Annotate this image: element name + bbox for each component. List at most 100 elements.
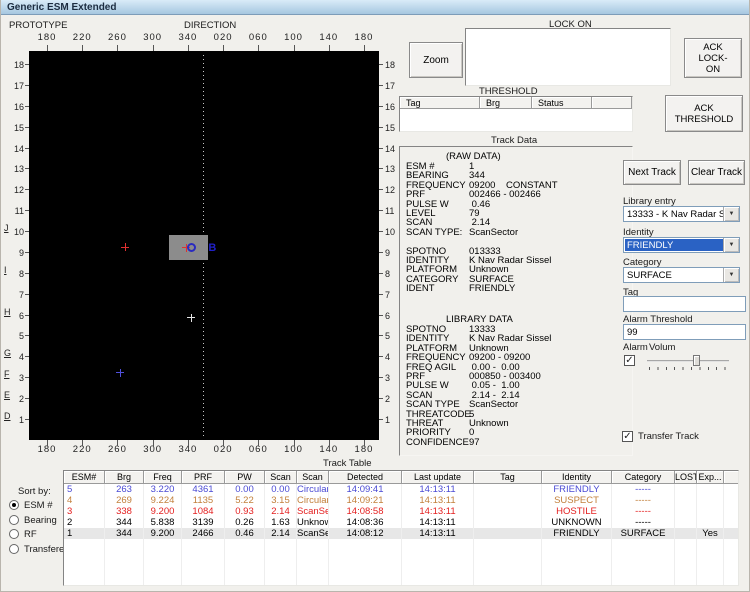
alarm-threshold-input[interactable] — [623, 324, 746, 340]
selected-track-label: B — [208, 242, 216, 254]
table-cell: Unknown — [297, 517, 329, 528]
column-header[interactable]: Scan T... — [297, 471, 329, 484]
volume-slider-thumb[interactable] — [693, 355, 700, 366]
table-cell: ScanSe... — [297, 528, 329, 539]
table-row[interactable] — [64, 583, 739, 586]
table-row[interactable]: 33389.20010840.932.14ScanSe...14:08:5814… — [64, 506, 739, 517]
freq-label: 2 — [385, 394, 399, 404]
threshold-column-header[interactable]: Tag — [400, 97, 480, 109]
column-header[interactable]: Scan P... — [265, 471, 297, 484]
threshold-column-header[interactable] — [592, 97, 632, 109]
column-header[interactable]: Category — [612, 471, 675, 484]
zoom-button[interactable]: Zoom — [409, 42, 463, 78]
freq-label: 4 — [10, 352, 24, 362]
bearing-tick — [364, 440, 365, 446]
table-cell — [225, 561, 265, 572]
table-row[interactable]: 23445.83831390.261.63Unknown14:08:3614:1… — [64, 517, 739, 528]
field-row: CONFIDENCE97 — [406, 438, 480, 447]
band-letter: H — [4, 307, 11, 317]
lock-on-listbox[interactable] — [465, 28, 671, 86]
column-header[interactable]: Exp... — [697, 471, 724, 484]
table-row[interactable] — [64, 572, 739, 583]
table-cell: 14:13:11 — [402, 495, 474, 506]
radio-label[interactable]: ESM # — [24, 500, 53, 511]
radar-display[interactable]: B — [29, 51, 379, 440]
freq-tick — [379, 127, 383, 128]
band-letter: D — [4, 411, 11, 421]
ack-lock-on-button[interactable]: ACK LOCK-ON — [684, 38, 742, 78]
field-value: FRIENDLY — [469, 284, 515, 293]
table-row[interactable] — [64, 539, 739, 550]
radio-button[interactable] — [9, 529, 19, 539]
freq-label: 10 — [385, 227, 399, 237]
ack-threshold-button[interactable]: ACK THRESHOLD — [665, 95, 743, 132]
freq-tick — [379, 294, 383, 295]
radio-button[interactable] — [9, 500, 19, 510]
alarm-checkbox[interactable]: ✓ — [624, 355, 635, 366]
column-header[interactable]: PW — [225, 471, 265, 484]
table-row[interactable]: 52633.22043610.000.00Circular14:09:4114:… — [64, 484, 739, 495]
threshold-table[interactable]: TagBrgStatus — [399, 96, 633, 132]
table-cell — [329, 572, 402, 583]
freq-label: 3 — [385, 373, 399, 383]
column-header[interactable]: Identity — [542, 471, 612, 484]
transfer-track-checkbox[interactable]: ✓ — [622, 431, 633, 442]
column-header[interactable]: Detected — [329, 471, 402, 484]
radio-button[interactable] — [9, 544, 19, 554]
track-marker[interactable] — [121, 243, 129, 251]
threshold-column-header[interactable]: Brg — [480, 97, 532, 109]
column-header[interactable] — [724, 471, 739, 484]
track-table[interactable]: ESM#BrgFreqPRFPWScan P...Scan T...Detect… — [63, 470, 739, 586]
freq-label: 7 — [385, 290, 399, 300]
bearing-label: 020 — [214, 32, 233, 43]
identity-value: FRIENDLY — [625, 239, 723, 251]
column-header[interactable]: Last update — [402, 471, 474, 484]
marker-bar — [125, 243, 126, 251]
column-header[interactable]: Brg — [105, 471, 144, 484]
column-header[interactable]: LOST — [675, 471, 697, 484]
table-cell — [612, 539, 675, 550]
freq-label: 7 — [10, 290, 24, 300]
table-cell — [697, 506, 724, 517]
table-cell — [724, 484, 739, 495]
table-cell: ----- — [612, 517, 675, 528]
table-row[interactable] — [64, 561, 739, 572]
table-row[interactable] — [64, 550, 739, 561]
radio-button[interactable] — [9, 515, 19, 525]
freq-tick — [379, 189, 383, 190]
chevron-down-icon[interactable]: ▼ — [723, 268, 739, 282]
table-row[interactable]: 13449.20024660.462.14ScanSe...14:08:1214… — [64, 528, 739, 539]
track-data-title: Track Data — [491, 135, 537, 146]
freq-label: 15 — [10, 123, 24, 133]
freq-label: 1 — [385, 415, 399, 425]
table-cell — [329, 561, 402, 572]
column-header[interactable]: ESM# — [64, 471, 105, 484]
tag-input[interactable] — [623, 296, 746, 312]
next-track-button[interactable]: Next Track — [623, 160, 681, 185]
library-entry-combo[interactable]: 13333 - K Nav Radar Sissel ▼ — [623, 206, 740, 222]
radio-label[interactable]: RF — [24, 529, 37, 540]
chevron-down-icon[interactable]: ▼ — [723, 238, 739, 252]
table-cell — [182, 550, 225, 561]
title-bar[interactable]: Generic ESM Extended — [1, 0, 750, 15]
freq-tick — [379, 64, 383, 65]
track-marker[interactable] — [116, 369, 124, 377]
clear-track-button[interactable]: Clear Track — [688, 160, 745, 185]
table-cell: 344 — [105, 517, 144, 528]
table-cell: 9.200 — [144, 506, 182, 517]
freq-label: 2 — [10, 394, 24, 404]
category-combo[interactable]: SURFACE ▼ — [623, 267, 740, 283]
volume-slider-track[interactable] — [647, 360, 729, 362]
identity-combo[interactable]: FRIENDLY ▼ — [623, 237, 740, 253]
radio-label[interactable]: Bearing — [24, 515, 57, 526]
table-cell — [675, 583, 697, 586]
column-header[interactable]: Freq — [144, 471, 182, 484]
table-row[interactable]: 42699.22411355.223.15Circular14:09:2114:… — [64, 495, 739, 506]
track-marker[interactable] — [187, 314, 195, 322]
chevron-down-icon[interactable]: ▼ — [723, 207, 739, 221]
column-header[interactable]: PRF — [182, 471, 225, 484]
column-header[interactable]: Tag — [474, 471, 542, 484]
field-row: SCAN TYPE:ScanSector — [406, 228, 518, 237]
threshold-column-header[interactable]: Status — [532, 97, 592, 109]
table-cell — [675, 561, 697, 572]
